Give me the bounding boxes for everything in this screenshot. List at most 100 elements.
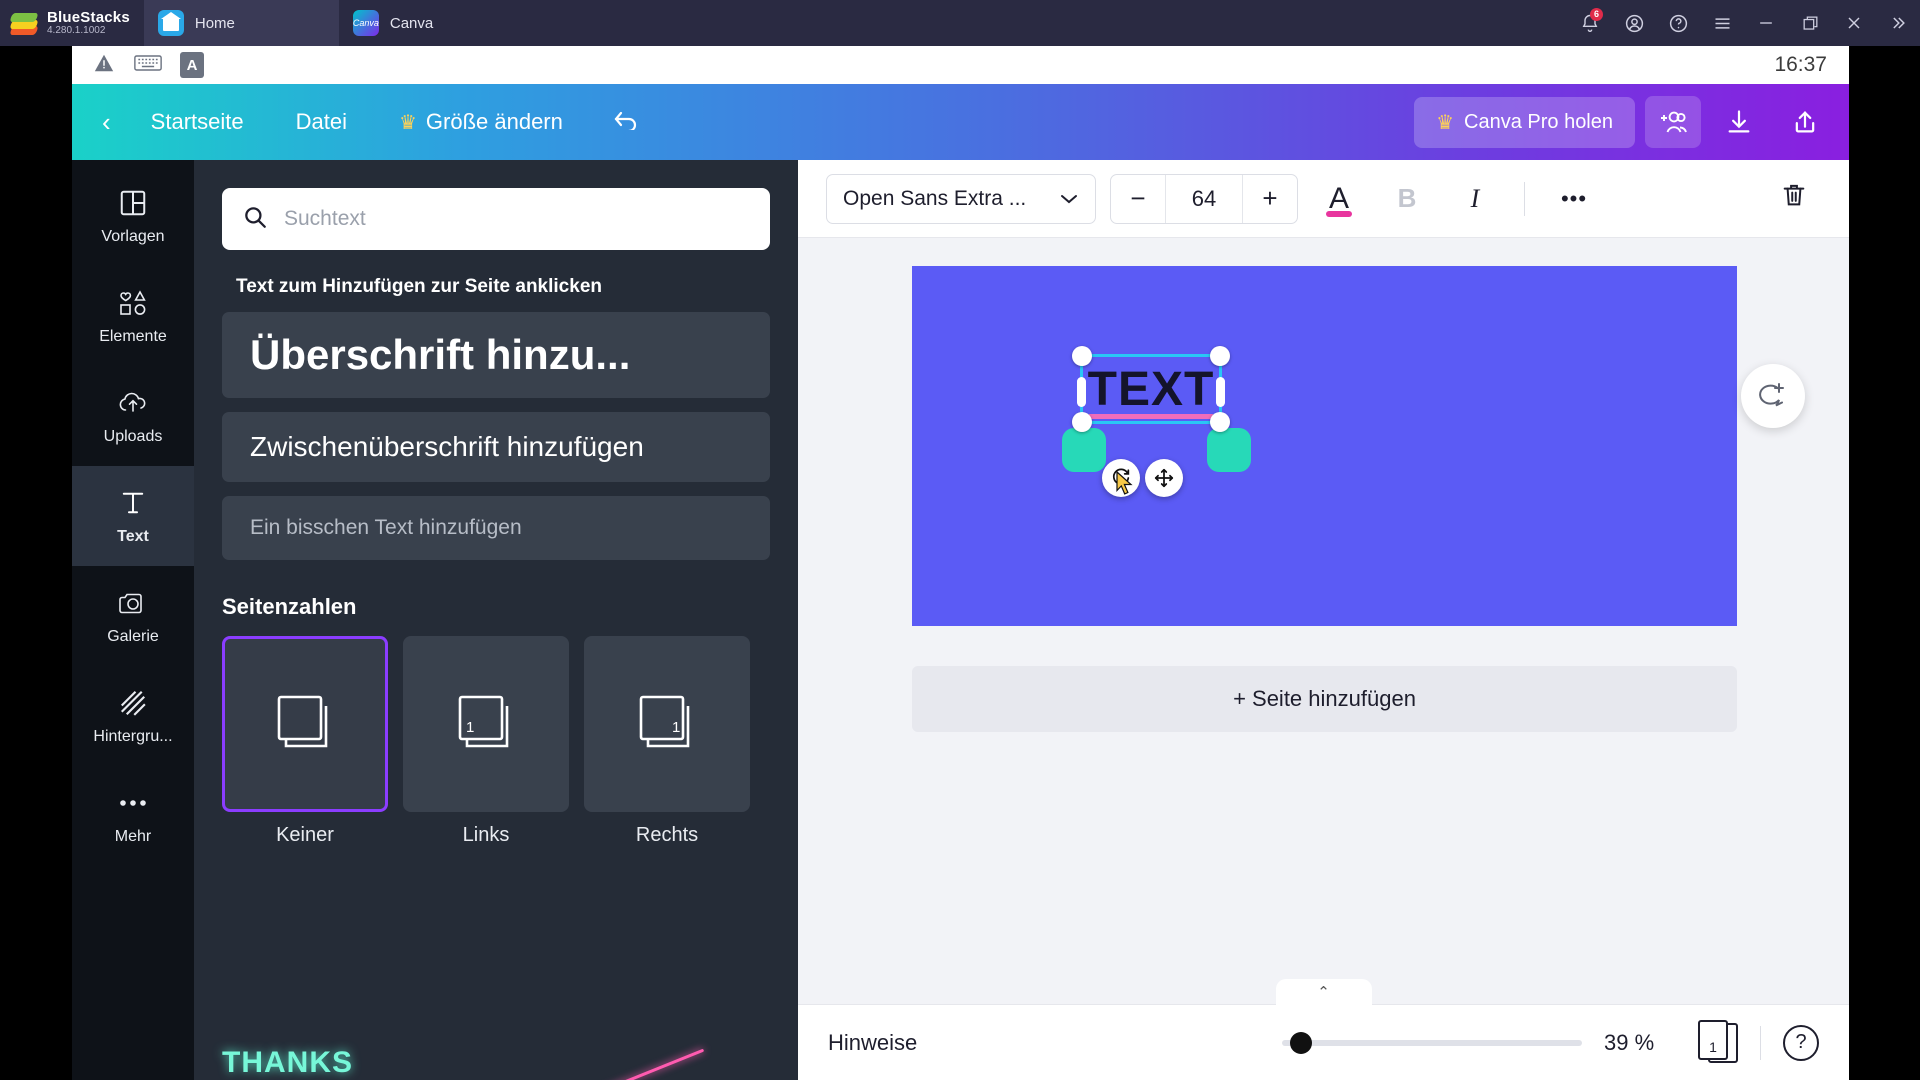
titlebar-spacer	[534, 0, 1568, 46]
page-number-label-rechts: Rechts	[635, 824, 699, 846]
page-numbers-section-title: Seitenzahlen	[222, 594, 357, 619]
sidebar-label-elemente: Elemente	[99, 328, 167, 345]
minimize-icon[interactable]	[1744, 0, 1788, 46]
canvas-column: Open Sans Extra ... − 64 + A B I ••• TEX…	[798, 160, 1849, 1080]
page-number-option-rechts[interactable]: 1 Rechts	[584, 636, 750, 847]
sidebar-item-mehr[interactable]: Mehr	[72, 766, 194, 866]
crown-icon: ♛	[1436, 111, 1455, 134]
add-subheading-card[interactable]: Zwischenüberschrift hinzufügen	[222, 412, 770, 482]
page-numbers-grid: Keiner 1 Links 1 Rechts	[222, 636, 770, 847]
add-comment-icon[interactable]	[1741, 364, 1805, 428]
header-home-button[interactable]: Startseite	[125, 109, 270, 135]
more-dots-icon	[117, 786, 149, 820]
font-size-increase-button[interactable]: +	[1243, 175, 1297, 223]
sidebar-item-elemente[interactable]: Elemente	[72, 266, 194, 366]
android-status-bar: A 16:37	[72, 46, 1849, 84]
selected-text-element[interactable]: TEXT	[1072, 346, 1230, 432]
text-color-button[interactable]: A	[1312, 172, 1366, 226]
help-button[interactable]: ?	[1783, 1024, 1819, 1061]
zoom-level-value: 39 %	[1604, 1029, 1655, 1055]
tab-home-label: Home	[194, 14, 235, 32]
page-number-preview-none	[222, 636, 388, 812]
canva-pro-label: Canva Pro holen	[1464, 110, 1613, 133]
keyboard-icon	[134, 53, 162, 78]
page-number-label-keiner: Keiner	[276, 824, 334, 846]
move-handle-button[interactable]	[1145, 459, 1183, 497]
italic-button[interactable]: I	[1448, 172, 1502, 226]
text-preview-thanks[interactable]: THANKS	[222, 1046, 353, 1080]
resize-handle-left[interactable]	[1077, 377, 1086, 407]
canva-pro-button[interactable]: ♛ Canva Pro holen	[1414, 96, 1635, 148]
close-icon[interactable]	[1832, 0, 1876, 46]
trash-icon	[1780, 181, 1808, 216]
page-number-preview-left: 1	[403, 636, 569, 812]
page-number-preview-right: 1	[584, 636, 750, 812]
add-heading-card[interactable]: Überschrift hinzu...	[222, 312, 770, 398]
header-file-button[interactable]: Datei	[270, 109, 373, 135]
bluestacks-brand: BlueStacks 4.280.1.1002	[0, 0, 144, 46]
zoom-slider[interactable]	[1282, 1031, 1582, 1054]
bluestacks-logo-icon	[9, 9, 39, 37]
sidebar-label-vorlagen: Vorlagen	[101, 228, 165, 245]
camera-icon	[117, 586, 149, 620]
share-icon[interactable]	[1777, 96, 1833, 148]
decoration-blob-left[interactable]	[1062, 428, 1106, 472]
resize-handle-bottom-left[interactable]	[1072, 412, 1092, 432]
add-collaborator-icon[interactable]	[1645, 96, 1701, 148]
download-icon[interactable]	[1711, 96, 1767, 148]
text-panel: Text zum Hinzufügen zur Seite anklicken …	[194, 160, 798, 1080]
bottom-bar: ⌃ Hinweise 39 % 1 ?	[798, 979, 1849, 1080]
canva-header: ‹ Startseite Datei ♛ Größe ändern ♛ Canv…	[72, 84, 1849, 160]
search-input[interactable]	[284, 207, 750, 231]
sidebar-item-text[interactable]: Text	[72, 466, 194, 566]
header-resize-button[interactable]: ♛ Größe ändern	[373, 109, 589, 135]
help-glyph: ?	[1795, 1031, 1807, 1053]
notes-button[interactable]: Hinweise	[828, 1030, 917, 1056]
back-chevron-icon[interactable]: ‹	[102, 109, 125, 135]
sidebar-item-galerie[interactable]: Galerie	[72, 566, 194, 666]
delete-button[interactable]	[1767, 172, 1821, 226]
canvas-scroll-area[interactable]: TEXT + Seite hinzufügen	[798, 238, 1849, 1004]
sidebar-item-uploads[interactable]: Uploads	[72, 366, 194, 466]
more-options-button[interactable]: •••	[1547, 172, 1601, 226]
panel-heading: Text zum Hinzufügen zur Seite anklicken	[236, 276, 602, 297]
hamburger-menu-icon[interactable]	[1700, 0, 1744, 46]
help-icon[interactable]	[1656, 0, 1700, 46]
main-area: Vorlagen Elemente Uploads Text Galerie H…	[72, 160, 1849, 1080]
font-family-select[interactable]: Open Sans Extra ...	[826, 173, 1096, 224]
font-size-value[interactable]: 64	[1165, 174, 1243, 223]
chevron-double-right-icon[interactable]	[1876, 0, 1920, 46]
bluestacks-titlebar: BlueStacks 4.280.1.1002 Home Canva Canva…	[0, 0, 1920, 46]
tab-home[interactable]: Home	[143, 0, 339, 46]
android-window: A 16:37 ‹ Startseite Datei ♛ Größe änder…	[72, 46, 1849, 1080]
resize-handle-top-left[interactable]	[1072, 346, 1092, 366]
resize-handle-right[interactable]	[1216, 377, 1225, 407]
notification-badge: 6	[1590, 8, 1603, 21]
font-size-decrease-button[interactable]: −	[1111, 175, 1165, 223]
zoom-slider-knob[interactable]	[1290, 1031, 1312, 1054]
design-page[interactable]: TEXT	[912, 266, 1737, 626]
search-box[interactable]	[222, 188, 770, 250]
tab-canva[interactable]: Canva Canva	[339, 0, 534, 46]
decoration-blob-right[interactable]	[1207, 428, 1251, 472]
text-underline-decoration	[1089, 414, 1213, 419]
page-count-button[interactable]: 1	[1698, 1019, 1738, 1066]
page-number-option-links[interactable]: 1 Links	[403, 636, 569, 847]
add-page-button[interactable]: + Seite hinzufügen	[912, 666, 1737, 732]
more-dots-icon: •••	[1560, 185, 1588, 211]
sidebar-item-hintergrund[interactable]: Hintergru...	[72, 666, 194, 766]
maximize-icon[interactable]	[1788, 0, 1832, 46]
undo-icon[interactable]	[589, 108, 661, 137]
resize-handle-bottom-right[interactable]	[1210, 412, 1230, 432]
bell-icon[interactable]: 6	[1568, 0, 1612, 46]
font-size-stepper: − 64 +	[1110, 173, 1298, 224]
elements-icon	[117, 286, 149, 320]
add-bodytext-card[interactable]: Ein bisschen Text hinzufügen	[222, 496, 770, 560]
sidebar-item-vorlagen[interactable]: Vorlagen	[72, 166, 194, 266]
titlebar-system-icons: 6	[1568, 0, 1920, 46]
bold-button[interactable]: B	[1380, 172, 1434, 226]
account-icon[interactable]	[1612, 0, 1656, 46]
panel-expand-handle[interactable]: ⌃	[1275, 979, 1372, 1005]
page-number-option-keiner[interactable]: Keiner	[222, 636, 388, 847]
resize-handle-top-right[interactable]	[1210, 346, 1230, 366]
